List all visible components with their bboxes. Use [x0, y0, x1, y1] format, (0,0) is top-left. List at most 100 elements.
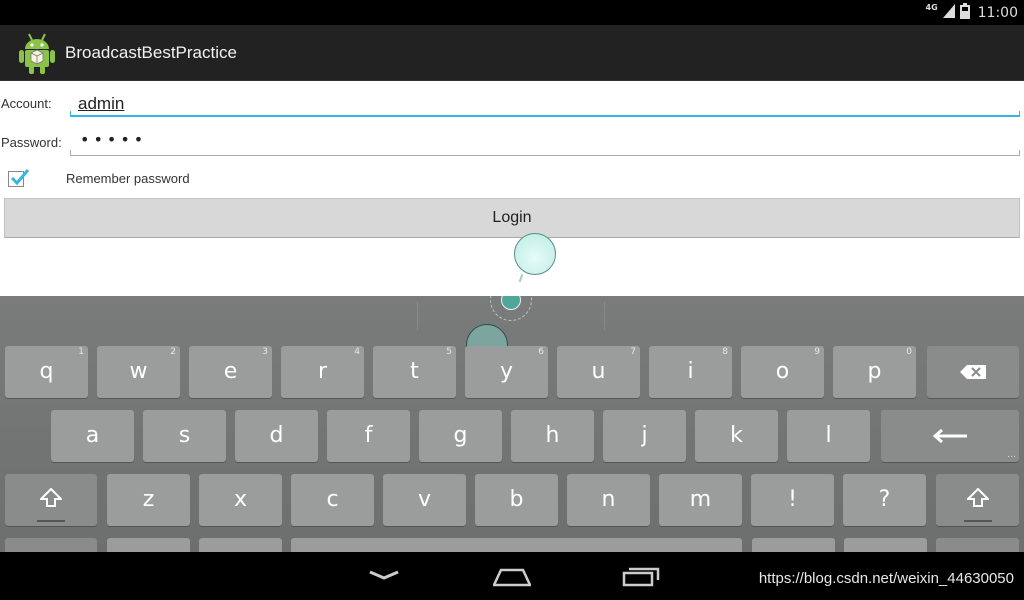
- android-robot-icon: [17, 31, 57, 75]
- signal-icon: [942, 3, 955, 22]
- key-label: y: [499, 359, 514, 384]
- key-hint: 2: [170, 347, 176, 357]
- key-label: r: [317, 359, 328, 384]
- key-label: u: [591, 359, 606, 384]
- clock: 11:00: [977, 4, 1018, 21]
- shift-icon: [965, 487, 990, 507]
- key-label: c: [326, 487, 339, 512]
- key-o[interactable]: o9: [741, 346, 824, 398]
- key-hint: 8: [722, 347, 728, 357]
- smiley-key[interactable]: [844, 538, 927, 552]
- period-key[interactable]: [752, 538, 835, 552]
- key-d[interactable]: d: [235, 410, 318, 462]
- remember-password-label: Remember password: [66, 171, 190, 186]
- remember-password-checkbox[interactable]: [8, 169, 30, 187]
- key-k[interactable]: k: [695, 410, 778, 462]
- key-label: x: [233, 487, 248, 512]
- key-label: v: [417, 487, 432, 512]
- key-b[interactable]: b: [475, 474, 558, 526]
- enter-arrow-icon: [932, 428, 967, 444]
- key-z[interactable]: z: [107, 474, 190, 526]
- key-label: p: [867, 359, 882, 384]
- backspace-key[interactable]: [927, 346, 1019, 398]
- key-m[interactable]: m: [659, 474, 742, 526]
- key-hint: 0: [906, 347, 912, 357]
- password-value: •••••: [80, 130, 148, 149]
- key-label: d: [269, 423, 284, 448]
- key-label: a: [85, 423, 100, 448]
- status-bar: 4G 11:00: [0, 0, 1024, 25]
- enter-key[interactable]: …: [881, 410, 1019, 462]
- emoji-key[interactable]: [936, 538, 1019, 552]
- key-hint: 7: [630, 347, 636, 357]
- action-bar: BroadcastBestPractice: [0, 25, 1024, 81]
- recents-icon[interactable]: [622, 567, 660, 591]
- key-p[interactable]: p0: [833, 346, 916, 398]
- key-label: ?: [878, 487, 891, 512]
- key-label: o: [775, 359, 790, 384]
- key-label: l: [825, 423, 832, 448]
- key-f[interactable]: f: [327, 410, 410, 462]
- key-label: m: [689, 487, 712, 512]
- login-button[interactable]: Login: [4, 198, 1020, 238]
- key-a[interactable]: a: [51, 410, 134, 462]
- backspace-icon: [960, 365, 986, 379]
- app-title: BroadcastBestPractice: [65, 43, 237, 62]
- settings-key[interactable]: [199, 538, 282, 552]
- key-label: b: [509, 487, 524, 512]
- space-key[interactable]: [291, 538, 742, 552]
- home-icon[interactable]: [492, 567, 532, 591]
- key-label: e: [223, 359, 238, 384]
- shift-key-right[interactable]: [936, 474, 1019, 526]
- key-![interactable]: !: [751, 474, 834, 526]
- shift-key-left[interactable]: [5, 474, 97, 526]
- key-hint: 3: [262, 347, 268, 357]
- key-t[interactable]: t5: [373, 346, 456, 398]
- key-?[interactable]: ?: [843, 474, 926, 526]
- key-label: s: [178, 423, 191, 448]
- key-hint: 1: [78, 347, 84, 357]
- key-label: z: [142, 487, 155, 512]
- key-label: h: [545, 423, 560, 448]
- symbols-key[interactable]: [5, 538, 97, 552]
- key-h[interactable]: h: [511, 410, 594, 462]
- key-label: j: [641, 423, 648, 448]
- key-e[interactable]: e3: [189, 346, 272, 398]
- key-label: i: [687, 359, 694, 384]
- key-u[interactable]: u7: [557, 346, 640, 398]
- account-field[interactable]: admin: [70, 89, 1020, 117]
- key-hint: 4: [354, 347, 360, 357]
- key-l[interactable]: l: [787, 410, 870, 462]
- shift-icon: [38, 487, 64, 507]
- key-s[interactable]: s: [143, 410, 226, 462]
- password-field[interactable]: •••••: [70, 128, 1020, 156]
- key-n[interactable]: n: [567, 474, 650, 526]
- checkmark-icon: [10, 169, 30, 186]
- key-r[interactable]: r4: [281, 346, 364, 398]
- key-label: n: [601, 487, 616, 512]
- password-label: Password:: [1, 135, 62, 150]
- key-w[interactable]: w2: [97, 346, 180, 398]
- soft-keyboard: … q 1 w 2 e 3 r 4 t 5 y 6 u 7 i 8 o 9 p 0 a s d f g h j k l z x c v b n m!?: [0, 296, 1024, 552]
- back-icon[interactable]: [368, 566, 400, 586]
- account-label: Account:: [1, 96, 52, 111]
- account-value: admin: [78, 94, 125, 113]
- key-y[interactable]: y6: [465, 346, 548, 398]
- battery-icon: [959, 2, 970, 23]
- key-g[interactable]: g: [419, 410, 502, 462]
- key-q[interactable]: q1: [5, 346, 88, 398]
- key-label: !: [788, 487, 797, 512]
- key-v[interactable]: v: [383, 474, 466, 526]
- key-j[interactable]: j: [603, 410, 686, 462]
- password-field-underline: [70, 155, 1020, 156]
- account-field-underline: [70, 115, 1020, 117]
- comma-key[interactable]: [107, 538, 190, 552]
- key-c[interactable]: c: [291, 474, 374, 526]
- key-x[interactable]: x: [199, 474, 282, 526]
- navigation-bar: https://blog.csdn.net/weixin_44630050: [0, 552, 1024, 600]
- key-hint: 6: [538, 347, 544, 357]
- network-type-label: 4G: [925, 3, 938, 12]
- key-i[interactable]: i8: [649, 346, 732, 398]
- touch-indicator: [514, 233, 556, 275]
- key-label: w: [129, 359, 148, 384]
